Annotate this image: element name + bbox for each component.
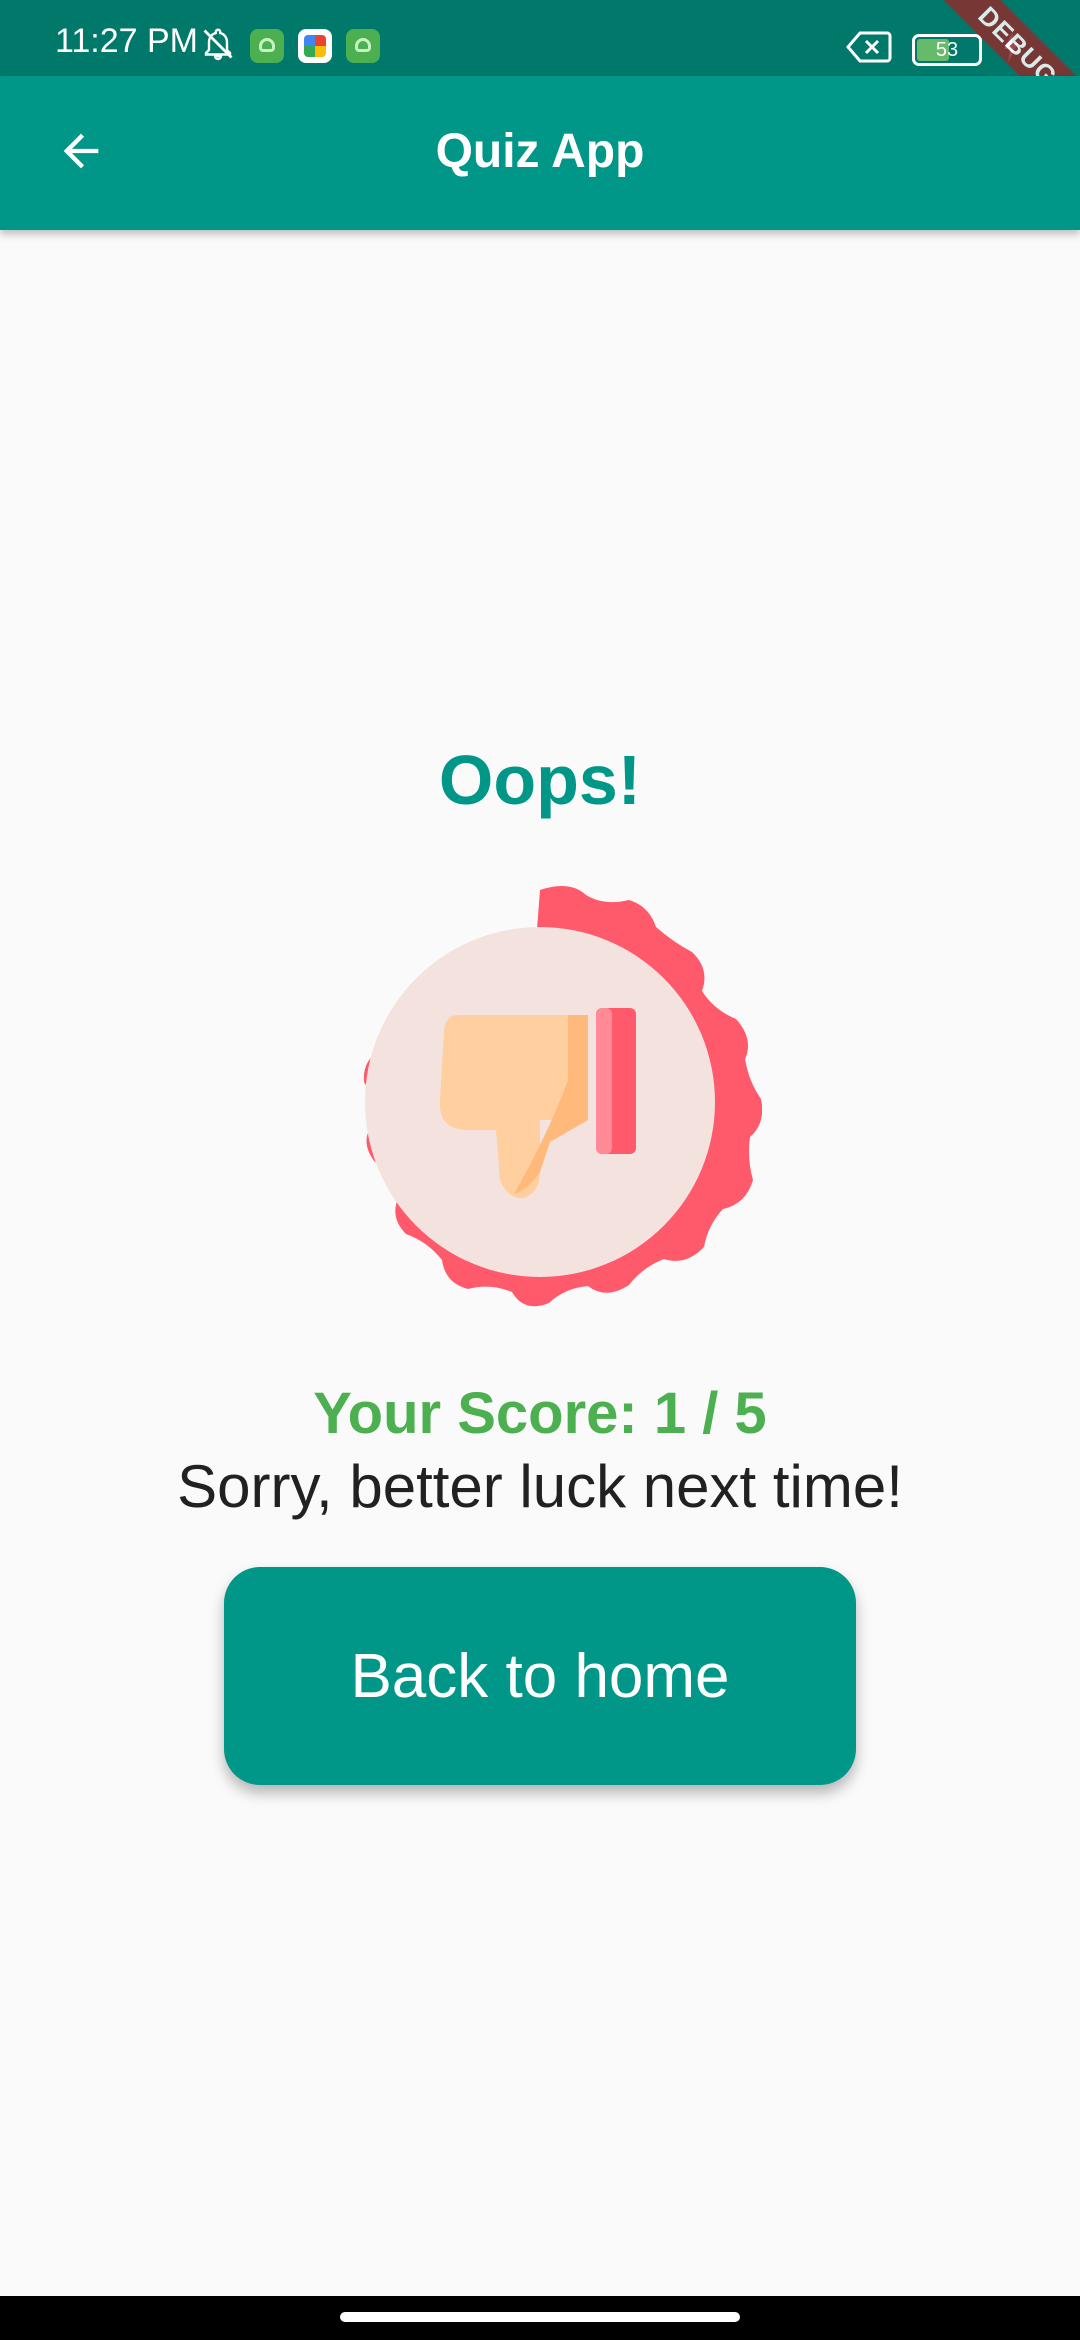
- status-bar: 11:27 PM 53 DEBUG: [0, 0, 1080, 145]
- back-to-home-button[interactable]: Back to home: [224, 1567, 856, 1785]
- notification-icons: [200, 28, 380, 64]
- battery-level: 53: [935, 38, 959, 61]
- score-text: Your Score: 1 / 5: [313, 1381, 767, 1446]
- home-indicator[interactable]: [340, 2312, 740, 2322]
- result-message: Sorry, better luck next time!: [177, 1453, 903, 1520]
- battery-icon: 53: [912, 33, 982, 66]
- no-sim-icon: [846, 30, 892, 69]
- navigation-bar: [0, 2296, 1080, 2340]
- app-bar: Quiz App: [0, 76, 1080, 230]
- status-time: 11:27 PM: [55, 22, 199, 60]
- app-notification-icon: [250, 29, 284, 63]
- result-heading: Oops!: [438, 741, 642, 819]
- bell-off-icon: [200, 26, 236, 67]
- page-title: Quiz App: [435, 125, 645, 178]
- photos-icon: [298, 29, 332, 63]
- app-notification-icon: [346, 29, 380, 63]
- thumbs-down-badge-icon: [318, 880, 763, 1324]
